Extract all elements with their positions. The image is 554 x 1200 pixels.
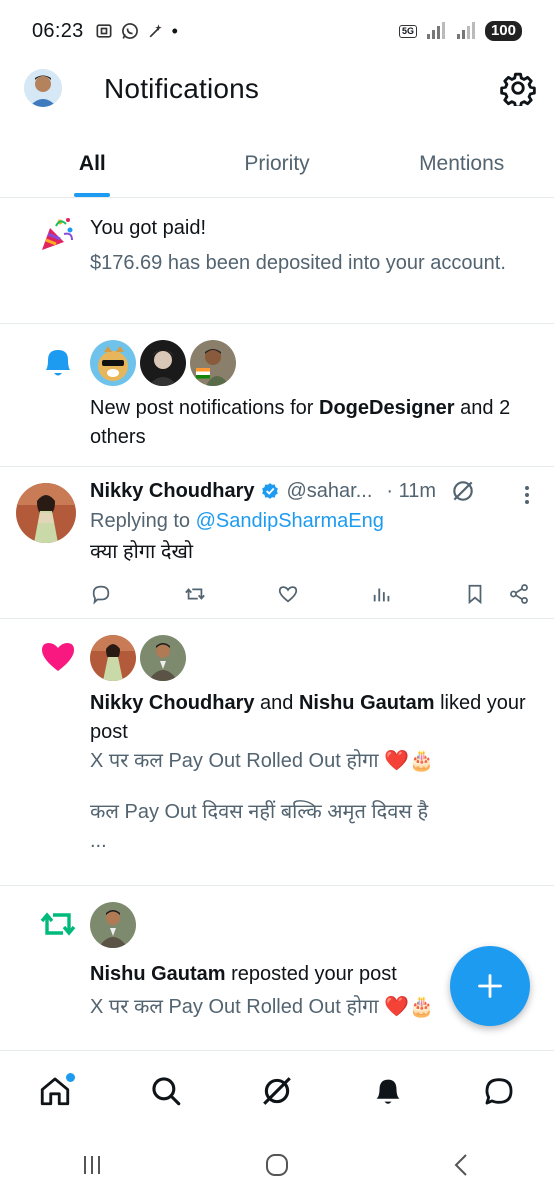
app-header: Notifications [0, 62, 554, 118]
liker-name-1[interactable]: Nikky Choudhary [90, 692, 254, 714]
reply-icon[interactable] [90, 583, 112, 605]
signal-icon [426, 22, 445, 39]
compose-button[interactable] [450, 946, 530, 1026]
party-popper-icon [38, 214, 78, 254]
network-badge: 5G [398, 24, 417, 38]
home-button-icon[interactable] [262, 1150, 292, 1180]
status-notification-icons: • [94, 21, 178, 42]
grok-icon [263, 1076, 291, 1105]
tweet-actions [90, 579, 530, 609]
assistant-icon [149, 24, 162, 38]
tweet-header: Nikky Choudhary @sahar... · 11m [90, 477, 484, 505]
reposter-name[interactable]: Nishu Gautam [90, 963, 226, 985]
views-icon[interactable] [371, 583, 393, 605]
repost-action: reposted your post [225, 963, 397, 985]
signal-icon-2 [456, 22, 475, 39]
tab-label: Mentions [419, 152, 505, 175]
notification-reply[interactable]: Nikky Choudhary @sahar... · 11m Replying… [0, 467, 554, 619]
tab-all[interactable]: All [0, 134, 185, 197]
bookmark-icon[interactable] [464, 583, 486, 605]
payout-title: You got paid! [90, 217, 207, 239]
post-preview-ellipsis: ... [90, 830, 107, 852]
avatar[interactable] [90, 635, 136, 681]
avatar[interactable] [140, 635, 186, 681]
gear-icon [500, 72, 536, 109]
new-posts-text: New post notifications for DogeDesigner … [90, 394, 536, 452]
avatar[interactable] [16, 483, 76, 543]
repost-icon[interactable] [184, 583, 206, 605]
page-title: Notifications [104, 73, 260, 104]
notification-payout[interactable]: You got paid! $176.69 has been deposited… [0, 198, 554, 324]
replying-handle[interactable]: @SandipSharmaEng [196, 510, 384, 532]
unread-dot [66, 1072, 76, 1082]
verified-badge-icon [262, 483, 279, 499]
notification-tabs: All Priority Mentions [0, 134, 554, 198]
post-preview-line-1: X पर कल Pay Out Rolled Out होगा ❤️🎂 [90, 750, 434, 772]
avatar-group [90, 635, 536, 681]
status-bar: 06:23 • 5G 100 [0, 0, 554, 62]
battery-indicator: 100 [484, 21, 522, 41]
status-dot: • [171, 20, 178, 41]
plus-icon [478, 974, 502, 998]
bell-icon [376, 1079, 400, 1104]
payout-body: $176.69 has been deposited into your acc… [90, 252, 506, 274]
author-handle[interactable]: @sahar... [286, 477, 372, 505]
avatar[interactable] [140, 340, 186, 386]
bell-icon [38, 342, 78, 382]
post-preview-line-2: कल Pay Out दिवस नहीं बल्कि अमृत दिवस है [90, 801, 429, 823]
active-tab-indicator [74, 193, 111, 197]
grok-icon[interactable] [450, 478, 476, 504]
recent-apps-icon[interactable] [77, 1150, 107, 1180]
heart-icon [38, 637, 78, 677]
nav-home[interactable] [35, 1071, 76, 1111]
tab-mentions[interactable]: Mentions [369, 134, 554, 197]
tab-label: Priority [244, 152, 310, 175]
profile-avatar[interactable] [24, 69, 62, 107]
screenshot-icon [96, 24, 112, 38]
replying-to: Replying to @SandipSharmaEng [90, 507, 484, 536]
tweet-text: क्या होगा देखो [90, 541, 193, 563]
nav-notifications[interactable] [368, 1071, 408, 1111]
notification-liked[interactable]: Nikky Choudhary and Nishu Gautam liked y… [0, 619, 554, 886]
bottom-navigation [0, 1050, 554, 1130]
avatar-group [90, 340, 536, 386]
liker-name-2[interactable]: Nishu Gautam [299, 692, 435, 714]
avatar[interactable] [90, 902, 136, 948]
chat-bubble-icon [485, 1077, 513, 1104]
back-icon[interactable] [447, 1150, 477, 1180]
avatar[interactable] [90, 340, 136, 386]
like-icon[interactable] [277, 583, 299, 605]
new-posts-prefix: New post notifications for [90, 397, 319, 419]
avatar[interactable] [190, 340, 236, 386]
system-navigation [0, 1130, 554, 1200]
author-name[interactable]: Nikky Choudhary [90, 477, 254, 505]
liked-and: and [254, 692, 299, 714]
status-system-icons: 5G 100 [398, 21, 522, 41]
avatar-group [90, 902, 536, 948]
settings-button[interactable] [500, 70, 536, 109]
replying-prefix: Replying to [90, 510, 196, 532]
tab-priority[interactable]: Priority [185, 134, 370, 197]
account-name[interactable]: DogeDesigner [319, 397, 455, 419]
search-icon [152, 1076, 181, 1105]
nav-grok[interactable] [257, 1071, 297, 1111]
notification-new-posts[interactable]: New post notifications for DogeDesigner … [0, 324, 554, 467]
tweet-actions-right [464, 583, 530, 605]
share-icon[interactable] [508, 583, 530, 605]
repost-icon [38, 904, 78, 944]
tab-label: All [78, 152, 106, 175]
more-options-icon[interactable] [524, 485, 530, 505]
status-time: 06:23 [32, 19, 84, 42]
nav-search[interactable] [146, 1071, 186, 1111]
whatsapp-icon [121, 23, 138, 39]
liked-text: Nikky Choudhary and Nishu Gautam liked y… [90, 689, 536, 747]
tweet-time: · 11m [386, 480, 437, 502]
nav-messages[interactable] [479, 1071, 519, 1111]
